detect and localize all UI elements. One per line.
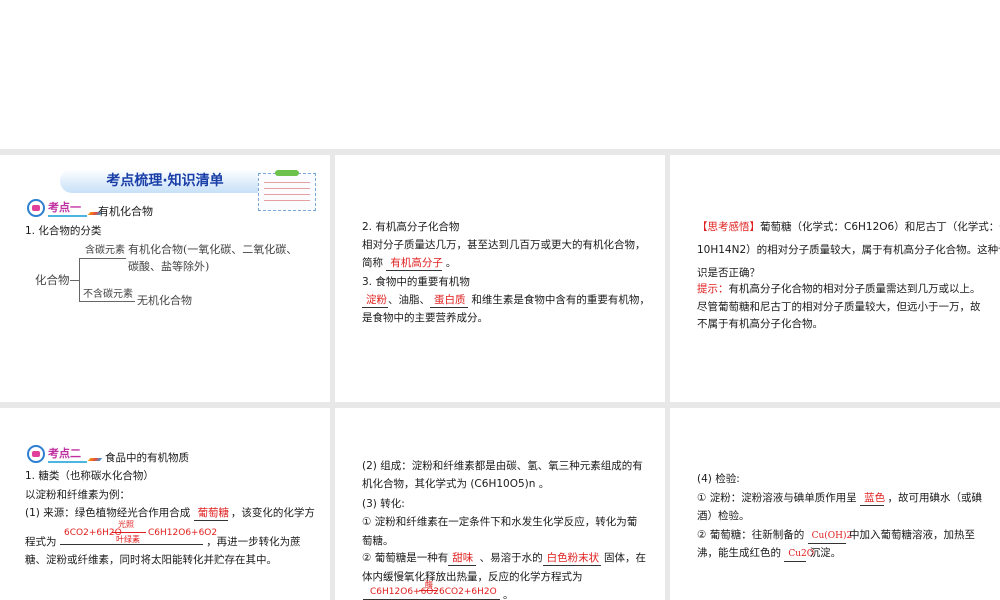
heading: 3. 食物中的重要有机物 [362, 276, 470, 288]
text-line: 沸，能生成红色的 Cu2O 沉淀。 [697, 546, 841, 562]
branch2-label: 不含碳元素 [83, 289, 133, 300]
answer-blank: 蛋白质 [430, 293, 468, 308]
answer-blank: 淀粉 [362, 293, 388, 308]
text: 沸，能生成红色的 [697, 547, 781, 559]
text-line: 以淀粉和纤维素为例： [25, 489, 130, 501]
arrow-circle-icon [27, 445, 45, 463]
text: ，该变化的化学方 [230, 507, 315, 519]
diagram-arrow [79, 258, 126, 259]
answer-blank [59, 534, 203, 545]
hint-label: 提示： [697, 283, 729, 295]
text: 葡萄糖（化学式：C6H12O6）和尼古丁（化学式：C [760, 221, 1000, 233]
slide-6[interactable]: (4) 检验: ① 淀粉：淀粉溶液与碘单质作用呈 蓝色 ，故可用碘水（或碘 酒）… [670, 408, 1000, 600]
text-line: (4) 检验: [697, 473, 740, 485]
text: ① 淀粉：淀粉溶液与碘单质作用呈 [697, 492, 857, 504]
text-line: ① 淀粉：淀粉溶液与碘单质作用呈 蓝色 ，故可用碘水（或碘 [697, 491, 982, 506]
diagram-connector [79, 258, 80, 302]
answer-blank: 甜味 [448, 551, 477, 566]
text-line: 体内缓慢氧化释放出热量，反应的化学方程式为 [362, 571, 583, 583]
heading: 1. 糖类（也称碳水化合物） [25, 470, 154, 482]
note-box-icon [258, 170, 316, 211]
equation-condition: 光照 [118, 520, 134, 529]
text-line: 机化合物，其化学式为 (C6H10O5)n 。 [362, 478, 550, 490]
diagram-root: 化合物 [35, 273, 70, 287]
slide-4[interactable]: 考点二 食品中的有机物质 1. 糖类（也称碳水化合物） 以淀粉和纤维素为例： (… [0, 408, 330, 600]
text-line: (2) 组成：淀粉和纤维素都是由碳、氢、氧三种元素组成的有 [362, 460, 643, 472]
text: 中加入葡萄糖溶液，加热至 [848, 529, 975, 541]
answer-blank: Cu2O [784, 547, 814, 562]
branch2-result: 无机化合物 [137, 294, 192, 307]
section-badge: 考点一 [27, 199, 103, 217]
heading: 2. 有机高分子化合物 [362, 221, 460, 233]
text-line: 识是否正确？ [697, 267, 760, 279]
text-line: 程式为 ，再进一步转化为蔗 [25, 534, 301, 549]
text-line: 淀粉、油脂、 蛋白质 和维生素是食物中含有的重要有机物， [362, 293, 650, 308]
text-line: ① 淀粉和纤维素在一定条件下和水发生化学反应，转化为葡 [362, 516, 638, 528]
text-line: ② 葡萄糖：往新制备的 Cu(OH)2 中加入葡萄糖溶液，加热至 [697, 528, 975, 544]
text: ，故可用碘水（或碘 [887, 492, 982, 504]
text: 。 [445, 257, 457, 269]
text: 和维生素是食物中含有的重要有机物， [471, 294, 650, 306]
text-line: 不属于有机高分子化合物。 [697, 318, 823, 330]
text: ② 葡萄糖是一种有 [362, 552, 449, 564]
slide-1[interactable]: 考点梳理·知识清单 考点一 有机化合物 1. 化合物的分类 含碳元素 有机化合物… [0, 155, 330, 402]
text: 有机高分子化合物的相对分子质量需达到几万或以上。 [728, 283, 981, 295]
text-line: (3) 转化: [362, 498, 405, 510]
badge-label: 考点一 [48, 199, 87, 217]
section-topic: 有机化合物 [98, 205, 153, 218]
branch1-result: 有机化合物(一氧化碳、二氧化碳、 [128, 243, 298, 256]
text: 固体，在 [603, 552, 646, 564]
text-line: 相对分子质量达几万，甚至达到几百万或更大的有机化合物， [362, 239, 646, 251]
text-line: 是食物中的主要营养成分。 [362, 312, 488, 324]
label: 【思考感悟】 [697, 221, 760, 233]
slide-2[interactable]: 2. 有机高分子化合物 相对分子质量达几万，甚至达到几百万或更大的有机化合物， … [335, 155, 665, 402]
text: 沉淀。 [809, 547, 842, 559]
text: 程式为 [25, 536, 57, 548]
answer-blank: 蓝色 [860, 491, 885, 506]
text-line: 简称 有机高分子 。 [362, 256, 456, 271]
text: 简称 [362, 257, 383, 269]
answer-blank: 葡萄糖 [193, 506, 229, 521]
text-line: 萄糖。 [362, 535, 394, 547]
equation-arrow [419, 590, 437, 591]
equation-right: 6CO2+6H2O [439, 587, 497, 597]
text-line: 酒）检验。 [697, 510, 750, 522]
branch1-label: 含碳元素 [85, 245, 125, 256]
answer-blank: Cu(OH)2 [807, 529, 852, 544]
text: 、油脂、 [388, 294, 430, 306]
branch1-result-cont: 碳酸、盐等除外) [128, 260, 210, 273]
text-line: ② 葡萄糖是一种有 甜味 、易溶于水的 白色粉末状 固体，在 [362, 551, 646, 566]
text: (1) 来源：绿色植物经光合作用合成 [25, 507, 191, 519]
arrow-circle-icon [27, 199, 45, 217]
slide-3[interactable]: 【思考感悟】葡萄糖（化学式：C6H12O6）和尼古丁（化学式：C 10H14N2… [670, 155, 1000, 402]
text: ② 葡萄糖：往新制备的 [697, 529, 805, 541]
heading: 1. 化合物的分类 [25, 225, 102, 237]
diagram-connector [70, 280, 79, 281]
text: 。 [503, 589, 514, 600]
diagram-arrow [79, 301, 135, 302]
section-badge: 考点二 [27, 445, 103, 463]
answer-blank: 有机高分子 [386, 256, 443, 271]
text-line: (1) 来源：绿色植物经光合作用合成 葡萄糖 ，该变化的化学方 [25, 506, 315, 521]
slide-title: 考点梳理·知识清单 [60, 169, 270, 193]
text-line: 尽管葡萄糖和尼古丁的相对分子质量较大，但远小于一万，故 [697, 301, 981, 313]
badge-label: 考点二 [48, 445, 87, 463]
text-line: 10H14N2）的相对分子质量较大，属于有机高分子化合物。这种认 [697, 244, 1000, 256]
text-line: 【思考感悟】葡萄糖（化学式：C6H12O6）和尼古丁（化学式：C [697, 220, 1000, 234]
section-topic: 食品中的有机物质 [105, 452, 189, 464]
text: 、易溶于水的 [479, 552, 543, 564]
answer-blank: 白色粉末状 [542, 551, 601, 566]
text: ，再进一步转化为蔗 [206, 536, 301, 548]
slide-5[interactable]: (2) 组成：淀粉和纤维素都是由碳、氢、氧三种元素组成的有 机化合物，其化学式为… [335, 408, 665, 600]
text-line: 提示：有机高分子化合物的相对分子质量需达到几万或以上。 [697, 282, 981, 296]
text-line: 糖、淀粉或纤维素，同时将太阳能转化并贮存在其中。 [25, 554, 277, 566]
